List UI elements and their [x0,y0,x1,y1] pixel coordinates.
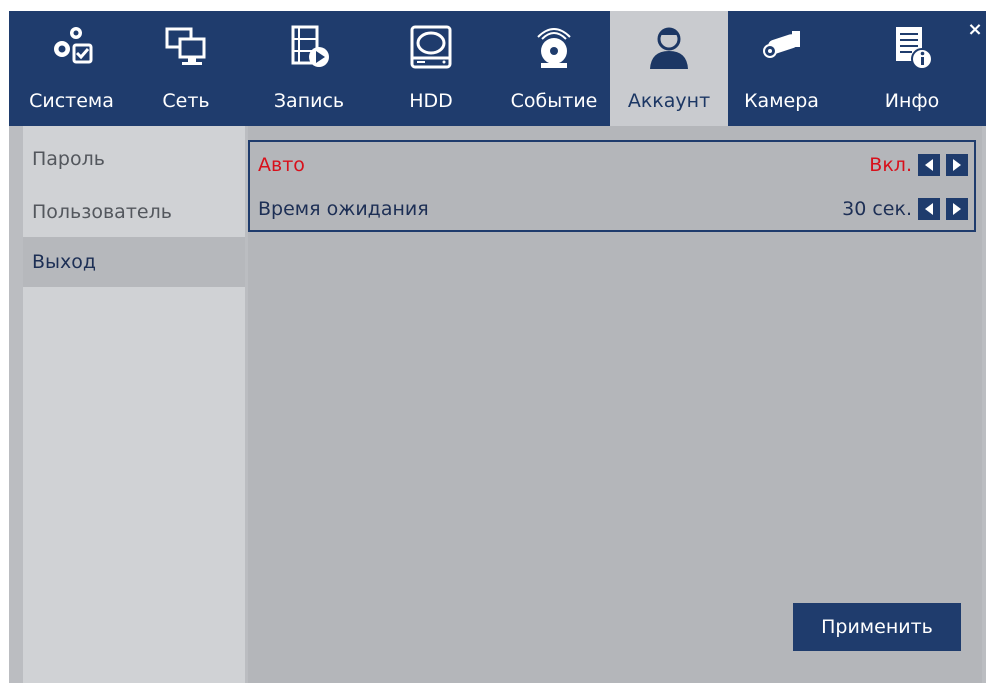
system-gear-icon [53,27,92,64]
sidebar-item-user[interactable]: Пользователь [23,187,245,237]
next-value-button[interactable] [946,198,968,220]
event-alarm-icon [537,28,571,68]
tab-info[interactable]: Инфо [867,11,957,126]
settings-window: × Система Сеть Запись HDD Событие Аккаун… [9,11,986,683]
tab-event[interactable]: Событие [499,11,609,126]
arrow-left-icon [925,159,933,171]
arrow-right-icon [953,203,961,215]
setting-row-timeout[interactable]: Время ожидания 30 сек. [250,187,974,231]
tab-camera[interactable]: Камера [729,11,834,126]
tab-label: Запись [273,90,345,112]
network-icon [165,27,206,65]
content-area: Пароль Пользователь Выход Авто Вкл. Врем… [9,126,986,683]
tab-label: HDD [409,90,453,112]
tab-label: Сеть [162,90,210,112]
prev-value-button[interactable] [918,198,940,220]
tab-system[interactable]: Система [19,11,124,126]
tab-account[interactable]: Аккаунт [610,11,728,126]
account-user-icon [650,27,688,69]
record-icon [291,25,329,67]
arrow-right-icon [953,159,961,171]
tab-label: Событие [510,90,598,112]
arrow-left-icon [925,203,933,215]
tab-network[interactable]: Сеть [146,11,226,126]
setting-value: 30 сек. [842,198,912,220]
info-icon [896,27,933,70]
tab-record[interactable]: Запись [259,11,359,126]
sidebar-item-logout[interactable]: Выход [23,237,245,287]
sidebar-item-password[interactable]: Пароль [23,134,245,184]
setting-label: Время ожидания [258,198,429,220]
apply-button[interactable]: Применить [793,603,961,651]
prev-value-button[interactable] [918,154,940,176]
setting-label: Авто [258,154,305,176]
settings-panel: Авто Вкл. Время ожидания 30 сек. Примени… [248,126,982,683]
tab-bar: Система Сеть Запись HDD Событие Аккаунт … [9,11,986,126]
next-value-button[interactable] [946,154,968,176]
tab-label: Инфо [884,90,940,112]
tab-label: Система [29,90,114,112]
hdd-icon [410,25,452,69]
tab-label: Камера [744,90,819,112]
settings-list: Авто Вкл. Время ожидания 30 сек. [248,140,976,232]
sidebar: Пароль Пользователь Выход [23,126,245,683]
tab-label: Аккаунт [627,90,711,112]
tab-hdd[interactable]: HDD [387,11,475,126]
setting-row-auto[interactable]: Авто Вкл. [250,143,974,187]
setting-value: Вкл. [869,154,912,176]
camera-icon [762,31,800,58]
